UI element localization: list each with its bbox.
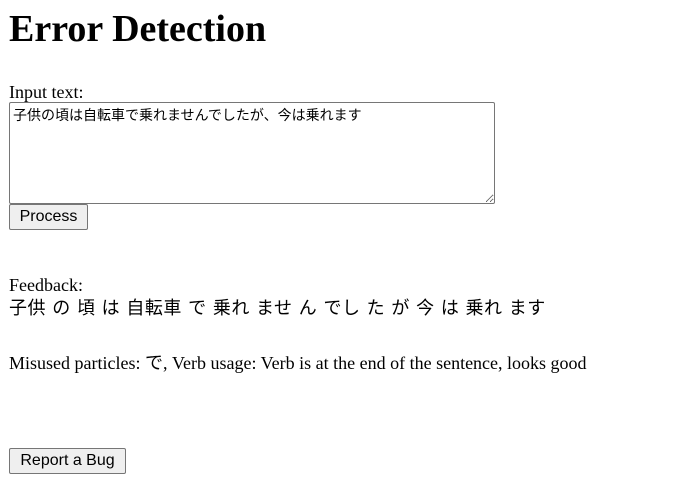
- feedback-label: Feedback:: [9, 275, 83, 295]
- analysis-output: Misused particles: で, Verb usage: Verb i…: [9, 353, 587, 373]
- input-text-area[interactable]: 子供の頃は自転車で乗れませんでしたが、今は乗れます: [9, 102, 495, 204]
- page-title: Error Detection: [9, 8, 267, 50]
- input-text-label: Input text:: [9, 82, 84, 102]
- tokenized-output: 子供 の 頃 は 自転車 で 乗れ ませ ん でし た が 今 は 乗れ ます: [9, 298, 546, 319]
- process-button[interactable]: Process: [9, 204, 88, 230]
- report-bug-button[interactable]: Report a Bug: [9, 448, 126, 474]
